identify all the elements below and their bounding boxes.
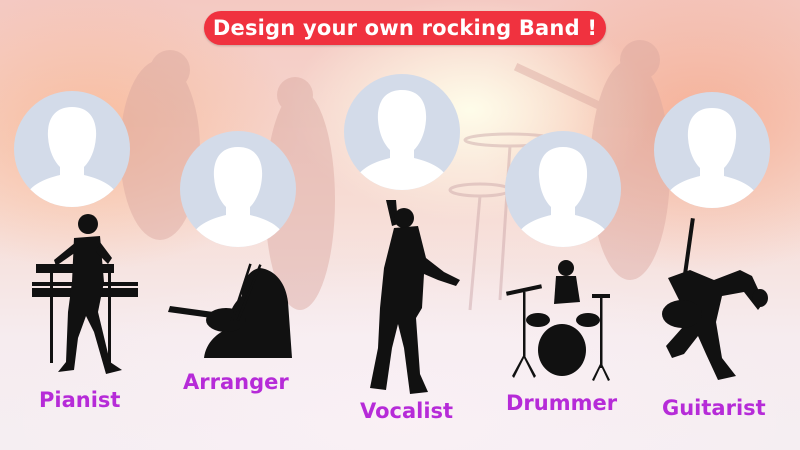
user-silhouette-icon — [22, 107, 122, 207]
title-banner: Design your own rocking Band ! — [204, 11, 606, 45]
drummer-silhouette-icon — [505, 260, 610, 381]
guitarist-silhouette-icon — [662, 218, 768, 380]
user-silhouette-icon — [188, 147, 288, 247]
role-label-arranger: Arranger — [183, 370, 289, 394]
band-designer-canvas: Design your own rocking Band ! Pianist A… — [0, 0, 800, 450]
singer-silhouette-icon — [370, 200, 460, 394]
page-title: Design your own rocking Band ! — [212, 16, 598, 40]
role-label-drummer: Drummer — [506, 391, 618, 415]
pianist-silhouette-icon — [32, 214, 138, 374]
guitarist-avatar[interactable] — [654, 92, 770, 208]
role-label-pianist: Pianist — [39, 388, 121, 412]
pianist-avatar[interactable] — [14, 91, 130, 207]
drummer-avatar[interactable] — [505, 131, 621, 247]
user-silhouette-icon — [662, 108, 762, 208]
role-label-guitarist: Guitarist — [662, 396, 766, 420]
arranger-avatar[interactable] — [180, 131, 296, 247]
user-silhouette-icon — [513, 147, 613, 247]
vocalist-avatar[interactable] — [344, 74, 460, 190]
user-silhouette-icon — [352, 90, 452, 190]
role-label-vocalist: Vocalist — [360, 399, 454, 423]
violinist-silhouette-icon — [168, 263, 292, 358]
